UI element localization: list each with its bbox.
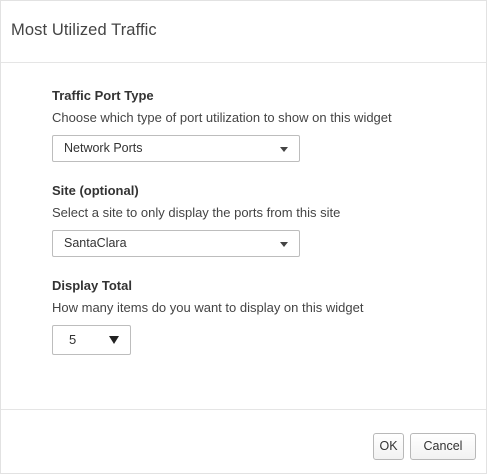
port-type-select[interactable]: Network Ports [52, 135, 300, 162]
port-type-label: Traffic Port Type [52, 88, 154, 103]
dropdown-arrow-icon [109, 336, 119, 344]
port-type-section: Traffic Port Type Choose which type of p… [52, 88, 486, 162]
widget-settings-dialog: Most Utilized Traffic Traffic Port Type … [0, 0, 487, 474]
ok-button[interactable]: OK [373, 433, 404, 460]
site-select[interactable]: SantaClara [52, 230, 300, 257]
cancel-button[interactable]: Cancel [410, 433, 476, 460]
port-type-selected-value: Network Ports [64, 141, 143, 155]
site-section: Site (optional) Select a site to only di… [52, 183, 486, 257]
dialog-header: Most Utilized Traffic [1, 1, 486, 63]
dialog-footer: OK Cancel [1, 410, 486, 473]
display-total-select[interactable]: 5 [52, 325, 131, 355]
display-total-help: How many items do you want to display on… [52, 300, 364, 315]
site-selected-value: SantaClara [64, 236, 127, 250]
display-total-selected-value: 5 [69, 332, 77, 347]
display-total-section: Display Total How many items do you want… [52, 278, 486, 355]
port-type-help: Choose which type of port utilization to… [52, 110, 392, 125]
display-total-label: Display Total [52, 278, 132, 293]
dialog-body: Traffic Port Type Choose which type of p… [1, 63, 486, 410]
chevron-down-icon [280, 242, 288, 247]
chevron-down-icon [280, 147, 288, 152]
site-label: Site (optional) [52, 183, 139, 198]
site-help: Select a site to only display the ports … [52, 205, 341, 220]
dialog-title: Most Utilized Traffic [11, 21, 157, 39]
